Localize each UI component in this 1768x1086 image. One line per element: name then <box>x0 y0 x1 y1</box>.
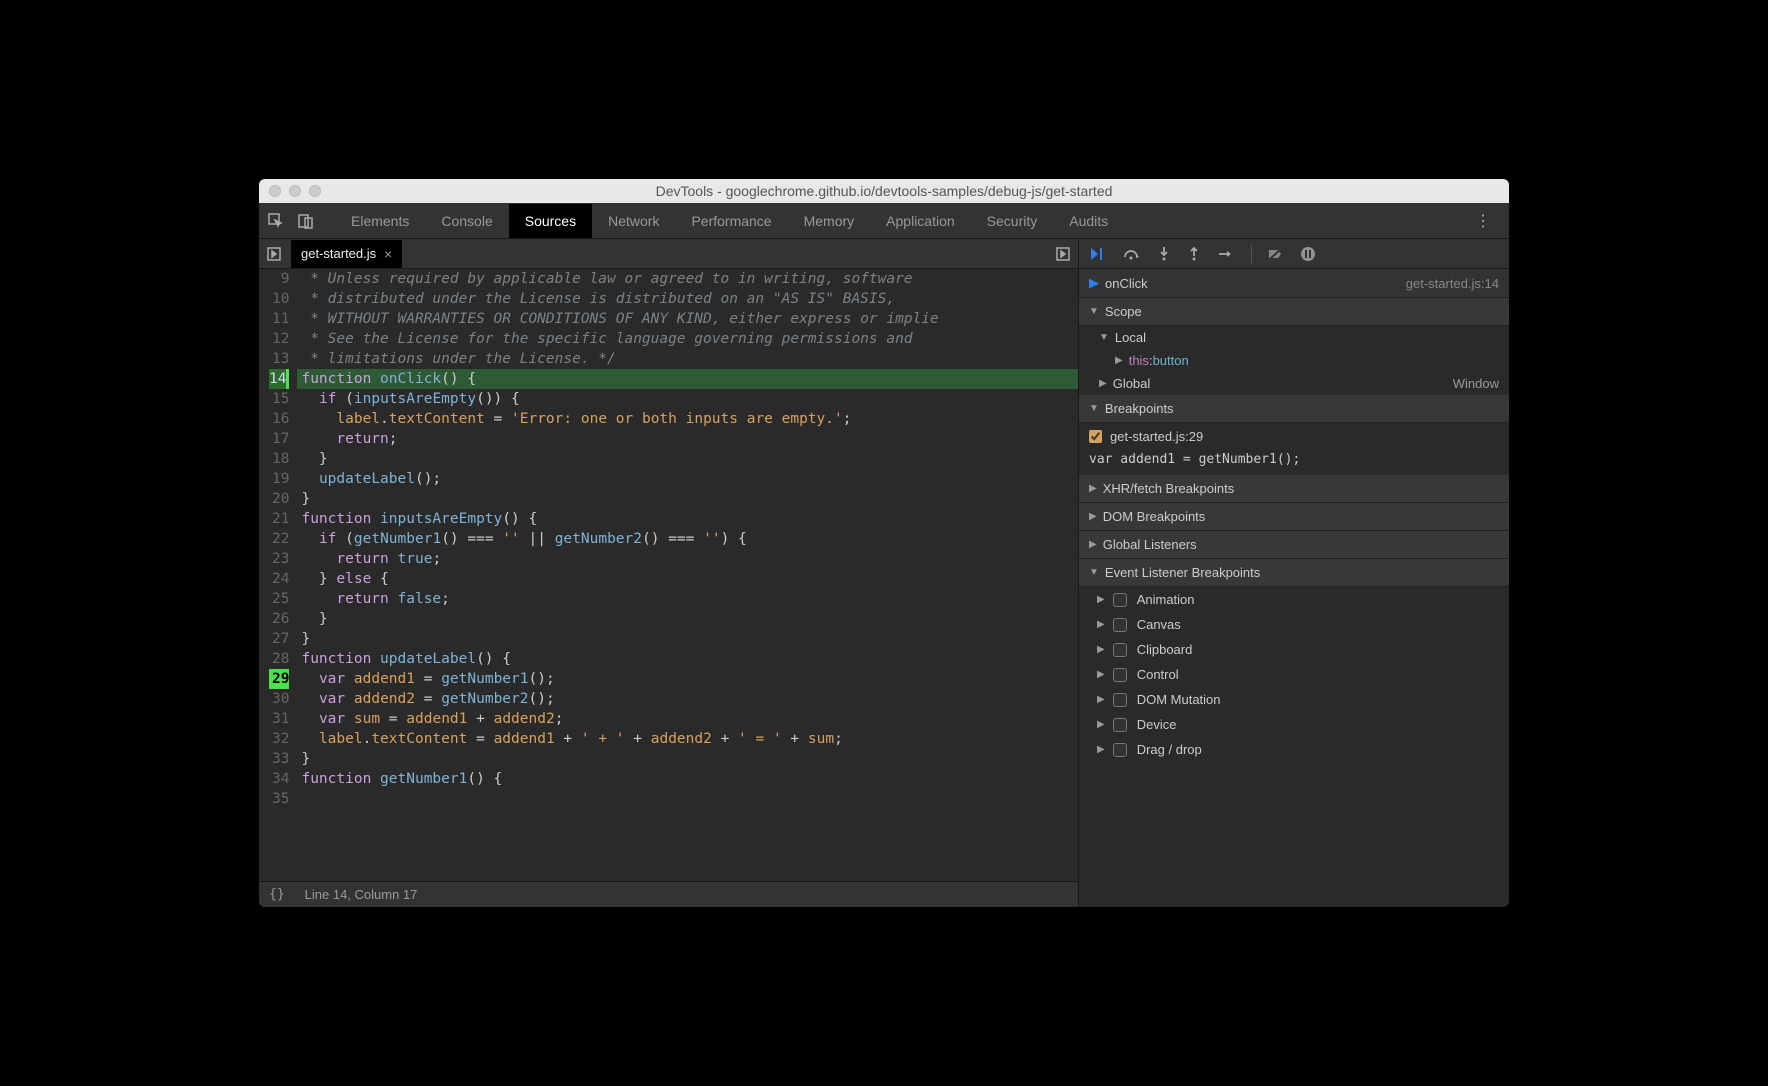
tab-network[interactable]: Network <box>592 204 675 238</box>
tab-application[interactable]: Application <box>870 204 971 238</box>
inspect-element-icon[interactable] <box>267 212 285 230</box>
event-category-animation[interactable]: ▶Animation <box>1079 587 1509 612</box>
scope-this[interactable]: ▶this: button <box>1079 349 1509 372</box>
event-category-checkbox[interactable] <box>1113 643 1127 657</box>
step-out-icon[interactable] <box>1187 246 1201 262</box>
minimize-window-icon[interactable] <box>289 185 301 197</box>
event-category-control[interactable]: ▶Control <box>1079 662 1509 687</box>
event-category-dom-mutation[interactable]: ▶DOM Mutation <box>1079 687 1509 712</box>
deactivate-breakpoints-icon[interactable] <box>1268 247 1284 261</box>
call-stack-fn: onClick <box>1105 276 1148 291</box>
event-category-checkbox[interactable] <box>1113 618 1127 632</box>
event-category-checkbox[interactable] <box>1113 693 1127 707</box>
breakpoint-snippet: var addend1 = getNumber1(); <box>1079 450 1509 475</box>
call-stack-location: get-started.js:14 <box>1406 276 1499 291</box>
tab-performance[interactable]: Performance <box>675 204 787 238</box>
file-tab[interactable]: get-started.js × <box>291 240 402 268</box>
navigator-toggle-icon[interactable] <box>265 245 283 263</box>
divider <box>1251 245 1252 263</box>
titlebar: DevTools - googlechrome.github.io/devtoo… <box>259 179 1509 203</box>
tab-sources[interactable]: Sources <box>509 204 592 238</box>
more-options-icon[interactable]: ⋮ <box>1465 211 1501 231</box>
event-category-device[interactable]: ▶Device <box>1079 712 1509 737</box>
close-window-icon[interactable] <box>269 185 281 197</box>
tab-audits[interactable]: Audits <box>1053 204 1124 238</box>
event-category-clipboard[interactable]: ▶Clipboard <box>1079 637 1509 662</box>
event-category-canvas[interactable]: ▶Canvas <box>1079 612 1509 637</box>
pause-on-exceptions-icon[interactable] <box>1300 246 1316 262</box>
xhr-breakpoints-header[interactable]: ▶XHR/fetch Breakpoints <box>1079 475 1509 503</box>
panel-tabs: ElementsConsoleSourcesNetworkPerformance… <box>335 204 1124 238</box>
cursor-position: Line 14, Column 17 <box>305 887 418 902</box>
step-over-icon[interactable] <box>1123 247 1141 261</box>
current-frame-icon: ▶ <box>1089 275 1099 291</box>
resume-icon[interactable] <box>1089 247 1107 261</box>
event-category-checkbox[interactable] <box>1113 743 1127 757</box>
devtools-window: DevTools - googlechrome.github.io/devtoo… <box>259 179 1509 907</box>
main-toolbar: ElementsConsoleSourcesNetworkPerformance… <box>259 203 1509 239</box>
file-tab-label: get-started.js <box>301 246 376 261</box>
call-stack-frame[interactable]: ▶ onClick get-started.js:14 <box>1079 269 1509 298</box>
tab-console[interactable]: Console <box>425 204 508 238</box>
debugger-toggle-icon[interactable] <box>1054 245 1072 263</box>
breakpoints-header[interactable]: ▼Breakpoints <box>1079 395 1509 423</box>
event-category-checkbox[interactable] <box>1113 718 1127 732</box>
scope-header[interactable]: ▼Scope <box>1079 298 1509 326</box>
close-tab-icon[interactable]: × <box>384 246 392 262</box>
event-category-checkbox[interactable] <box>1113 668 1127 682</box>
scope-global[interactable]: ▶GlobalWindow <box>1079 372 1509 395</box>
sources-pane: get-started.js × 91011121314151617181920… <box>259 239 1079 907</box>
code-editor[interactable]: 9101112131415161718192021222324252627282… <box>259 269 1078 881</box>
window-title: DevTools - googlechrome.github.io/devtoo… <box>259 183 1509 199</box>
breakpoint-checkbox[interactable] <box>1089 430 1102 443</box>
step-into-icon[interactable] <box>1157 246 1171 262</box>
step-icon[interactable] <box>1217 248 1235 260</box>
file-tabs-bar: get-started.js × <box>259 239 1078 269</box>
tab-security[interactable]: Security <box>971 204 1054 238</box>
zoom-window-icon[interactable] <box>309 185 321 197</box>
scope-local[interactable]: ▼Local <box>1079 326 1509 349</box>
breakpoint-item[interactable]: get-started.js:29 <box>1079 423 1509 450</box>
event-category-checkbox[interactable] <box>1113 593 1127 607</box>
status-bar: {} Line 14, Column 17 <box>259 881 1078 907</box>
debugger-sidebar: ▶ onClick get-started.js:14 ▼Scope ▼Loca… <box>1079 239 1509 907</box>
debug-controls <box>1079 239 1509 269</box>
pretty-print-icon[interactable]: {} <box>269 887 285 902</box>
event-category-drag-drop[interactable]: ▶Drag / drop <box>1079 737 1509 762</box>
traffic-lights <box>269 185 321 197</box>
tab-elements[interactable]: Elements <box>335 204 425 238</box>
dom-breakpoints-header[interactable]: ▶DOM Breakpoints <box>1079 503 1509 531</box>
global-listeners-header[interactable]: ▶Global Listeners <box>1079 531 1509 559</box>
tab-memory[interactable]: Memory <box>788 204 871 238</box>
device-toolbar-icon[interactable] <box>297 212 315 230</box>
event-listener-breakpoints-header[interactable]: ▼Event Listener Breakpoints <box>1079 559 1509 587</box>
